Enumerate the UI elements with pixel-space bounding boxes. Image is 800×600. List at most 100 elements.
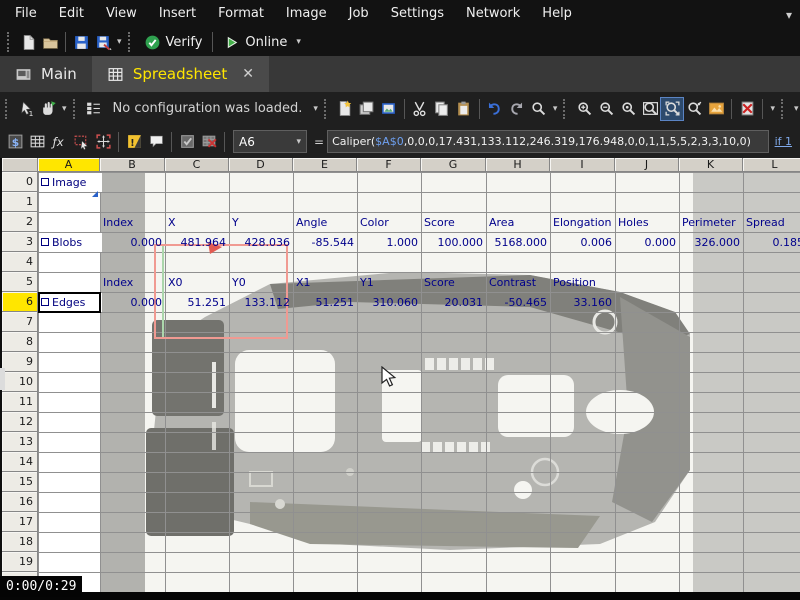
cell-C5[interactable]: X0 <box>166 273 231 292</box>
select-region-icon[interactable] <box>70 131 92 153</box>
column-header-G[interactable]: G <box>421 158 486 172</box>
tab-close-icon[interactable]: ✕ <box>242 66 254 82</box>
pointer-select-icon[interactable]: 1 <box>15 98 37 120</box>
cell-E3[interactable]: -85.544 <box>294 233 357 252</box>
cell-G5[interactable]: Score <box>422 273 488 292</box>
maximize-region-icon[interactable] <box>92 131 114 153</box>
enable-cell-icon[interactable] <box>176 131 198 153</box>
column-header-E[interactable]: E <box>293 158 357 172</box>
format-currency-icon[interactable]: $ <box>4 131 26 153</box>
row-header-9[interactable]: 9 <box>2 352 38 372</box>
row-header-14[interactable]: 14 <box>2 452 38 472</box>
column-header-A[interactable]: A <box>38 158 100 172</box>
column-header-L[interactable]: L <box>743 158 800 172</box>
cell-I3[interactable]: 0.006 <box>551 233 615 252</box>
row-header-12[interactable]: 12 <box>2 412 38 432</box>
tab-overflow-chevron[interactable]: ▾ <box>786 8 792 22</box>
tab-spreadsheet[interactable]: Spreadsheet✕ <box>92 56 269 92</box>
row-header-7[interactable]: 7 <box>2 312 38 332</box>
cell-K3[interactable]: 326.000 <box>680 233 743 252</box>
menu-item-format[interactable]: Format <box>207 0 275 28</box>
row-header-1[interactable]: 1 <box>2 192 38 212</box>
cell-L3[interactable]: 0.185 <box>744 233 800 252</box>
menu-item-insert[interactable]: Insert <box>148 0 207 28</box>
cell-F2[interactable]: Color <box>358 213 423 232</box>
cell-G3[interactable]: 100.000 <box>422 233 486 252</box>
menu-item-edit[interactable]: Edit <box>48 0 95 28</box>
row-header-13[interactable]: 13 <box>2 432 38 452</box>
column-header-J[interactable]: J <box>615 158 679 172</box>
formula-link[interactable]: if 1 <box>775 135 792 148</box>
cell-E5[interactable]: X1 <box>294 273 359 292</box>
dropdown-chevron-icon[interactable]: ▾ <box>59 104 70 114</box>
column-header-K[interactable]: K <box>679 158 743 172</box>
cell-B5[interactable]: Index <box>101 273 167 292</box>
cell-D2[interactable]: Y <box>230 213 295 232</box>
zoom-in-icon[interactable] <box>573 98 595 120</box>
toolbar-grip[interactable] <box>7 32 12 52</box>
cell-D3[interactable]: 428.036 <box>230 233 293 252</box>
column-header-H[interactable]: H <box>486 158 550 172</box>
toolbar-grip[interactable] <box>563 99 568 119</box>
cut-icon[interactable] <box>409 98 431 120</box>
format-table-icon[interactable] <box>26 131 48 153</box>
dropdown-chevron-icon[interactable]: ▾ <box>791 104 800 114</box>
cell-G2[interactable]: Score <box>422 213 488 232</box>
column-header-I[interactable]: I <box>550 158 615 172</box>
toolbar-grip[interactable] <box>781 99 786 119</box>
new-snippet-icon[interactable] <box>334 98 356 120</box>
cell-H6[interactable]: -50.465 <box>487 293 550 312</box>
menu-item-settings[interactable]: Settings <box>380 0 455 28</box>
cell-I5[interactable]: Position <box>551 273 617 292</box>
zoom-out-icon[interactable] <box>595 98 617 120</box>
cell-K2[interactable]: Perimeter <box>680 213 745 232</box>
menu-item-help[interactable]: Help <box>531 0 583 28</box>
column-header-C[interactable]: C <box>165 158 229 172</box>
cell-B3[interactable]: 0.000 <box>101 233 165 252</box>
toggle-overlay-icon[interactable]: ! <box>123 131 145 153</box>
cell-A3[interactable]: Blobs <box>39 233 102 252</box>
dropdown-chevron-icon[interactable]: ▾ <box>310 104 321 114</box>
zoom-window-icon[interactable] <box>639 98 661 120</box>
cell-H2[interactable]: Area <box>487 213 552 232</box>
toolbar-grip[interactable] <box>128 32 133 52</box>
verify-button[interactable]: Verify <box>138 34 209 51</box>
menu-item-image[interactable]: Image <box>275 0 338 28</box>
cell-E2[interactable]: Angle <box>294 213 359 232</box>
column-header-F[interactable]: F <box>357 158 421 172</box>
cell-B6[interactable]: 0.000 <box>101 293 165 312</box>
live-mode-icon[interactable] <box>37 98 59 120</box>
paste-image-icon[interactable] <box>378 98 400 120</box>
cell-B2[interactable]: Index <box>101 213 167 232</box>
configuration-icon[interactable] <box>83 98 105 120</box>
formula-input[interactable]: Caliper($A$0,0,0,0,17.431,133.112,246.31… <box>327 130 769 153</box>
toolbar-grip[interactable] <box>73 99 78 119</box>
menu-item-network[interactable]: Network <box>455 0 531 28</box>
cell-C6[interactable]: 51.251 <box>166 293 229 312</box>
cell-H3[interactable]: 5168.000 <box>487 233 550 252</box>
online-button[interactable]: Online <box>217 34 293 51</box>
clear-image-icon[interactable] <box>736 98 758 120</box>
column-header-D[interactable]: D <box>229 158 293 172</box>
row-header-17[interactable]: 17 <box>2 512 38 532</box>
cell-F5[interactable]: Y1 <box>358 273 423 292</box>
cell-F3[interactable]: 1.000 <box>358 233 421 252</box>
dropdown-chevron-icon[interactable]: ▾ <box>293 37 304 47</box>
row-header-4[interactable]: 4 <box>2 252 38 272</box>
row-header-8[interactable]: 8 <box>2 332 38 352</box>
new-document-icon[interactable] <box>17 31 39 53</box>
row-header-3[interactable]: 3 <box>2 232 38 252</box>
row-header-6[interactable]: 6 <box>2 292 38 312</box>
toolbar-grip[interactable] <box>5 99 10 119</box>
toolbar-grip[interactable] <box>324 99 329 119</box>
zoom-fit-icon[interactable] <box>661 98 683 120</box>
row-header-5[interactable]: 5 <box>2 272 38 292</box>
redo-icon[interactable] <box>506 98 528 120</box>
cell-D6[interactable]: 133.112 <box>230 293 293 312</box>
cell-F6[interactable]: 310.060 <box>358 293 421 312</box>
zoom-actual-icon[interactable] <box>617 98 639 120</box>
row-header-2[interactable]: 2 <box>2 212 38 232</box>
cell-E6[interactable]: 51.251 <box>294 293 357 312</box>
cell-I2[interactable]: Elongation <box>551 213 617 232</box>
insert-function-icon[interactable]: ƒx <box>48 131 70 153</box>
